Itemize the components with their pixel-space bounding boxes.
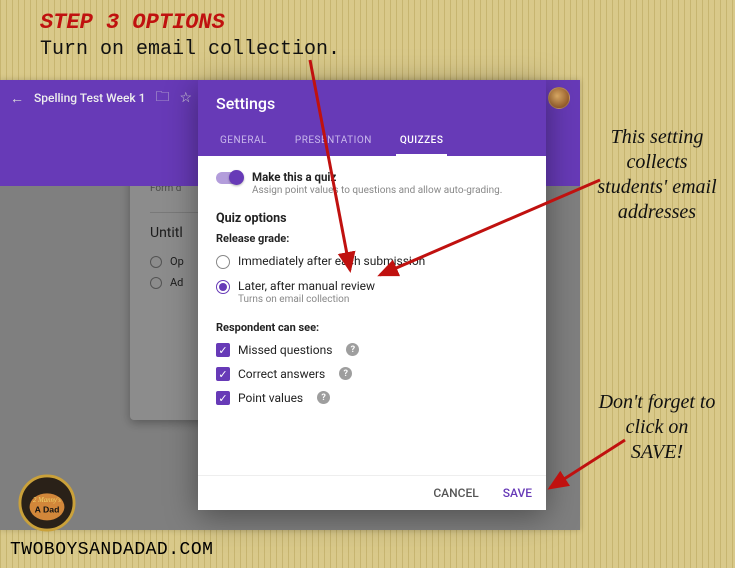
quiz-options-heading: Quiz options xyxy=(216,211,528,226)
respondent-heading: Respondent can see: xyxy=(216,321,528,334)
checkbox-icon: ✓ xyxy=(216,367,230,381)
dialog-tabs: GENERAL PRESENTATION QUIZZES xyxy=(216,127,528,156)
cancel-button[interactable]: CANCEL xyxy=(433,486,478,500)
check-points[interactable]: ✓ Point values ? xyxy=(216,386,528,410)
help-icon[interactable]: ? xyxy=(346,343,359,356)
dialog-title: Settings xyxy=(216,94,528,127)
svg-text:A Dad: A Dad xyxy=(35,505,60,515)
option-sublabel: Turns on email collection xyxy=(238,293,375,306)
check-label: Point values xyxy=(238,391,303,405)
avatar[interactable] xyxy=(548,87,570,109)
make-quiz-label: Make this a quiz xyxy=(252,170,502,184)
option-immediately[interactable]: Immediately after each submission xyxy=(216,249,528,274)
check-label: Correct answers xyxy=(238,367,325,381)
option-label: Immediately after each submission xyxy=(238,254,425,268)
tab-quizzes[interactable]: QUIZZES xyxy=(396,127,448,156)
anno-step-title: STEP 3 OPTIONS xyxy=(40,10,225,35)
tab-general[interactable]: GENERAL xyxy=(216,127,271,156)
make-quiz-sub: Assign point values to questions and all… xyxy=(252,184,502,197)
make-quiz-toggle[interactable] xyxy=(216,172,242,184)
tab-presentation[interactable]: PRESENTATION xyxy=(291,127,376,156)
radio-icon xyxy=(216,280,230,294)
radio-icon xyxy=(216,255,230,269)
save-button[interactable]: SAVE xyxy=(503,486,532,500)
anno-collect-email: This setting collects students' email ad… xyxy=(597,125,717,225)
checkbox-icon: ✓ xyxy=(216,391,230,405)
checkbox-icon: ✓ xyxy=(216,343,230,357)
settings-dialog: Settings GENERAL PRESENTATION QUIZZES Ma… xyxy=(198,80,546,510)
release-grade-heading: Release grade: xyxy=(216,232,528,245)
folder-icon[interactable]: 🗀 xyxy=(155,86,169,110)
check-missed[interactable]: ✓ Missed questions ? xyxy=(216,338,528,362)
forms-app-window: ← Spelling Test Week 1 🗀 ☆ 🎨 👁 ⚙ SEND ⋮ … xyxy=(0,80,580,530)
help-icon[interactable]: ? xyxy=(339,367,352,380)
anno-save-reminder: Don't forget to click on SAVE! xyxy=(597,390,717,465)
footer-url: TWOBOYSANDADAD.COM xyxy=(10,540,213,560)
check-label: Missed questions xyxy=(238,343,332,357)
brand-logo: 2 Manny's A Dad xyxy=(18,474,76,532)
form-title[interactable]: Spelling Test Week 1 xyxy=(34,91,145,105)
check-correct[interactable]: ✓ Correct answers ? xyxy=(216,362,528,386)
anno-step-sub: Turn on email collection. xyxy=(40,38,340,61)
option-label: Later, after manual review xyxy=(238,279,375,293)
back-icon[interactable]: ← xyxy=(10,90,24,107)
option-later[interactable]: Later, after manual review Turns on emai… xyxy=(216,274,528,311)
star-icon[interactable]: ☆ xyxy=(179,90,192,106)
svg-text:2 Manny's: 2 Manny's xyxy=(33,497,61,504)
help-icon[interactable]: ? xyxy=(317,391,330,404)
